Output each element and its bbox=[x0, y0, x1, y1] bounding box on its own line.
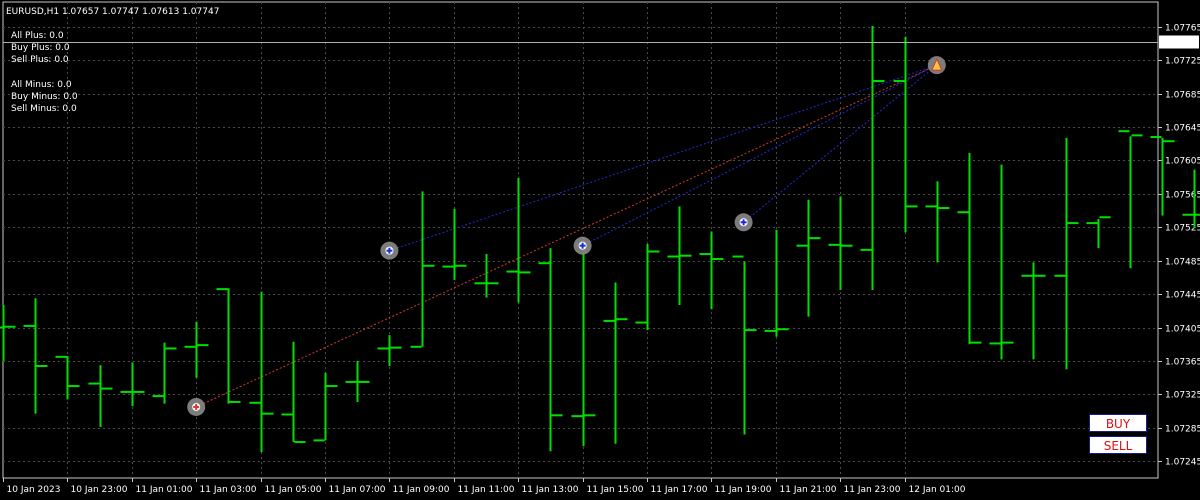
ohlc-bar bbox=[313, 372, 338, 442]
y-tick-label: 1.07725 bbox=[1165, 57, 1200, 67]
buy-marker bbox=[380, 241, 399, 260]
x-tick-label: 11 Jan 11:00 bbox=[458, 485, 515, 495]
ohlc-bar bbox=[732, 255, 757, 435]
stat-sell-minus: Sell Minus: 0.0 bbox=[11, 104, 77, 114]
y-tick-label: 1.07405 bbox=[1165, 325, 1200, 335]
sell-button[interactable]: SELL bbox=[1089, 436, 1147, 454]
x-tick-label: 10 Jan 23:00 bbox=[71, 485, 128, 495]
ohlc-bar bbox=[345, 361, 370, 402]
y-tick-label: 1.07245 bbox=[1165, 458, 1200, 468]
buy-link-line bbox=[389, 64, 937, 252]
ohlc-bar bbox=[1086, 216, 1111, 249]
x-tick-label: 11 Jan 17:00 bbox=[651, 485, 708, 495]
y-tick-label: 1.07485 bbox=[1165, 258, 1200, 268]
sell-marker bbox=[187, 397, 206, 416]
ohlc-bar bbox=[893, 36, 918, 233]
ohlc-bar bbox=[571, 253, 596, 447]
x-tick-label: 11 Jan 23:00 bbox=[844, 485, 901, 495]
y-tick-label: 1.07685 bbox=[1165, 91, 1200, 101]
ohlc-bar bbox=[764, 229, 789, 337]
target-marker bbox=[927, 56, 946, 75]
y-tick-label: 1.07325 bbox=[1165, 391, 1200, 401]
ohlc-bar bbox=[184, 321, 209, 378]
ohlc-bar bbox=[442, 208, 467, 280]
ohlc-bar bbox=[860, 25, 885, 290]
ohlc-bar bbox=[88, 365, 113, 428]
ohlc-bar bbox=[474, 254, 499, 298]
ohlc-bar bbox=[152, 342, 177, 404]
buy-button[interactable]: BUY bbox=[1089, 414, 1147, 432]
x-tick-label: 11 Jan 03:00 bbox=[200, 485, 257, 495]
x-tick-label: 10 Jan 2023 bbox=[7, 485, 61, 495]
ohlc-bar bbox=[925, 181, 950, 263]
ohlc-bar bbox=[120, 362, 145, 407]
stat-all-minus: All Minus: 0.0 bbox=[11, 80, 72, 90]
current-price-label: 1.07747 bbox=[1162, 39, 1199, 49]
x-tick-label: 11 Jan 21:00 bbox=[780, 485, 837, 495]
ohlc-bar bbox=[0, 305, 16, 361]
ohlc-bar bbox=[377, 335, 402, 367]
ohlc-bar bbox=[667, 206, 692, 306]
y-tick-label: 1.07765 bbox=[1165, 24, 1200, 34]
y-tick-label: 1.07645 bbox=[1165, 124, 1200, 134]
x-tick-label: 11 Jan 01:00 bbox=[136, 485, 193, 495]
x-tick-label: 11 Jan 15:00 bbox=[587, 485, 644, 495]
y-tick-label: 1.07365 bbox=[1165, 358, 1200, 368]
ohlc-bar bbox=[828, 196, 853, 290]
ohlc-bar bbox=[699, 231, 724, 310]
buy-link-line bbox=[582, 64, 938, 247]
price-chart[interactable]: 1.077651.077251.076851.076451.076051.075… bbox=[0, 0, 1200, 500]
ohlc-bar bbox=[635, 244, 660, 331]
y-tick-label: 1.07445 bbox=[1165, 291, 1200, 301]
x-tick-label: 11 Jan 09:00 bbox=[393, 485, 450, 495]
ohlc-bar bbox=[506, 177, 531, 303]
ohlc-bar bbox=[796, 199, 821, 317]
buy-marker bbox=[734, 213, 753, 232]
ohlc-bar bbox=[957, 152, 982, 345]
symbol-header: EURUSD,H1 1.07657 1.07747 1.07613 1.0774… bbox=[6, 7, 219, 17]
stat-buy-plus: Buy Plus: 0.0 bbox=[11, 43, 70, 53]
y-tick-label: 1.07285 bbox=[1165, 425, 1200, 435]
buy-marker bbox=[573, 236, 592, 255]
ohlc-bar bbox=[23, 298, 48, 414]
y-tick-label: 1.07605 bbox=[1165, 157, 1200, 167]
sell-link-line bbox=[195, 64, 938, 408]
ohlc-bar bbox=[603, 282, 628, 444]
x-tick-label: 11 Jan 05:00 bbox=[265, 485, 322, 495]
ohlc-bar bbox=[55, 355, 80, 400]
ohlc-bar bbox=[538, 248, 563, 452]
x-tick-label: 11 Jan 13:00 bbox=[522, 485, 579, 495]
x-tick-label: 11 Jan 07:00 bbox=[329, 485, 386, 495]
ohlc-bar bbox=[1021, 262, 1046, 360]
ohlc-bar bbox=[1118, 130, 1143, 269]
x-tick-label: 12 Jan 01:00 bbox=[909, 485, 966, 495]
ohlc-bar bbox=[1054, 137, 1079, 370]
ohlc-bar bbox=[410, 191, 435, 348]
stat-sell-plus: Sell Plus: 0.0 bbox=[11, 55, 69, 65]
ohlc-bar bbox=[216, 288, 241, 404]
stat-all-plus: All Plus: 0.0 bbox=[11, 31, 64, 41]
ohlc-bar bbox=[281, 341, 306, 444]
x-tick-label: 11 Jan 19:00 bbox=[715, 485, 772, 495]
chart-window[interactable]: 1.07765 1.07725 1.07685 1.07645 1.07605 1.075… bbox=[0, 0, 1200, 500]
stat-buy-minus: Buy Minus: 0.0 bbox=[11, 92, 78, 102]
ohlc-bar bbox=[1150, 136, 1175, 216]
